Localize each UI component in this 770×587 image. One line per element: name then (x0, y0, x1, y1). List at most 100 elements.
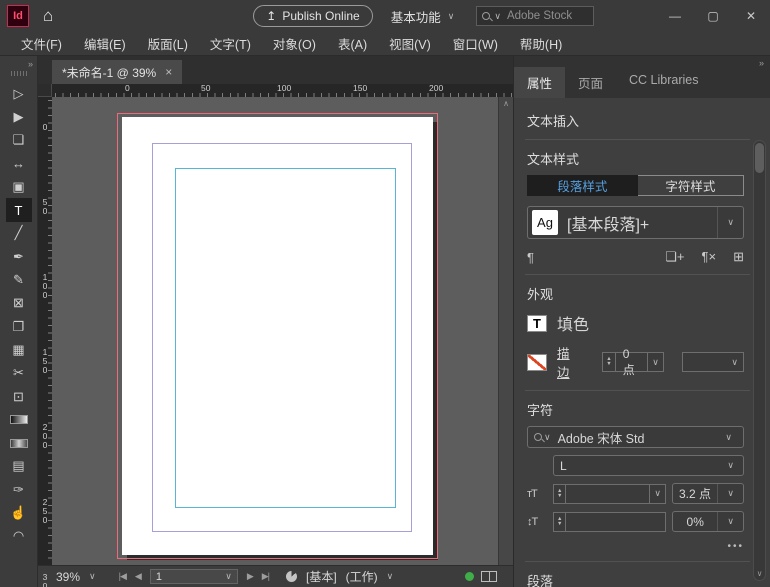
split-layout-icon[interactable] (481, 571, 497, 582)
rectangle-tool[interactable]: ❐ (6, 315, 32, 338)
workspace-switcher[interactable]: 基本功能 ∨ (391, 7, 455, 26)
zoom-chevron-icon[interactable]: ∨ (89, 571, 96, 582)
vertical-ruler[interactable]: 050100150200250300 (38, 97, 52, 565)
panel-tab-0[interactable]: 属性 (514, 67, 565, 98)
menu-item-1[interactable]: 编辑(E) (73, 34, 137, 53)
rectangle-frame-tool[interactable]: ⊠ (6, 292, 32, 315)
tools-collapse-icon[interactable]: » (28, 59, 33, 69)
grid-type-tool[interactable]: ▦ (6, 338, 32, 361)
preflight-profile[interactable]: [基本] (306, 568, 337, 585)
menu-item-6[interactable]: 视图(V) (378, 34, 442, 53)
gap-tool[interactable]: ↔ (6, 152, 32, 175)
content-collector-tool[interactable]: ▣ (6, 175, 32, 198)
panel-expand-icon[interactable]: » (759, 58, 764, 68)
previous-page-button[interactable]: ◀ (135, 571, 141, 582)
search-icon (482, 12, 490, 20)
menu-item-8[interactable]: 帮助(H) (509, 34, 573, 53)
menu-item-3[interactable]: 文字(T) (199, 34, 262, 53)
adobe-stock-input[interactable] (505, 9, 591, 23)
page-tool[interactable]: ❏ (6, 129, 32, 152)
stepper-arrows-icon[interactable]: ▲▼ (603, 353, 615, 371)
paragraph-styles-tab[interactable]: 段落样式 (527, 175, 638, 196)
paragraph-composer-icon[interactable]: ¶ (527, 250, 534, 265)
scissors-tool[interactable]: ✂ (6, 362, 32, 385)
gradient-feather-tool[interactable] (6, 431, 32, 454)
scroll-down-icon[interactable]: ∨ (754, 569, 765, 578)
stroke-type-select[interactable]: ∨ (682, 352, 744, 372)
note-tool[interactable]: ▤ (6, 455, 32, 478)
v-ruler-tick-250: 250 (40, 497, 50, 524)
style-sample-badge: Ag (532, 210, 558, 235)
kerning-field[interactable]: ▲▼ (553, 512, 666, 532)
close-button[interactable]: ✕ (732, 0, 770, 32)
preflight-icon (286, 571, 297, 582)
tracking-field[interactable]: 0% ∨ (672, 511, 744, 532)
close-icon[interactable]: × (165, 65, 172, 79)
menu-item-7[interactable]: 窗口(W) (442, 34, 509, 53)
stepper-arrows-icon[interactable]: ▲▼ (554, 485, 566, 503)
zoom-level[interactable]: 39% (56, 570, 80, 584)
first-page-button[interactable]: |◀ (119, 571, 126, 582)
panel-tab-1[interactable]: 页面 (565, 67, 616, 98)
redefine-style-icon[interactable]: ❏+ (665, 249, 684, 265)
preflight-menu[interactable] (286, 571, 297, 582)
more-options-icon[interactable]: ••• (527, 541, 744, 552)
type-tool[interactable]: T (6, 198, 32, 221)
horizontal-ruler[interactable]: 050100150200 (52, 84, 513, 97)
adobe-stock-search[interactable]: ∨ (476, 6, 594, 26)
line-tool[interactable]: ╱ (6, 222, 32, 245)
fill-label[interactable]: 填色 (557, 311, 589, 335)
page-number-field[interactable]: 1 ∨ (150, 569, 238, 584)
canvas-vertical-scrollbar[interactable]: ∧ (498, 97, 513, 565)
menu-item-2[interactable]: 版面(L) (137, 34, 199, 53)
ruler-origin-corner[interactable] (38, 84, 52, 97)
stepper-arrows-icon[interactable]: ▲▼ (554, 513, 566, 531)
menu-item-4[interactable]: 对象(O) (262, 34, 327, 53)
publish-online-button[interactable]: ↥ Publish Online (253, 5, 372, 27)
text-frame[interactable] (175, 168, 396, 508)
zoom-tool[interactable]: ◠ (6, 525, 32, 548)
pencil-tool[interactable]: ✎ (6, 268, 32, 291)
font-style-select[interactable]: L ∨ (553, 455, 744, 476)
new-style-icon[interactable]: ⊞ (733, 249, 744, 265)
hand-tool[interactable]: ☝ (6, 501, 32, 524)
selection-tool[interactable]: ▷ (6, 82, 32, 105)
tools-panel: » ▷▶❏↔▣T╱✒✎⊠❐▦✂⊡ ▤✑☝◠ (0, 56, 38, 587)
font-size-field[interactable]: ▲▼ ∨ (553, 484, 666, 504)
last-page-button[interactable]: ▶| (262, 571, 269, 582)
paragraph-style-select[interactable]: Ag [基本段落]+ ∨ (527, 206, 744, 239)
stroke-label[interactable]: 描边 (557, 343, 580, 381)
pen-tool[interactable]: ✒ (6, 245, 32, 268)
stroke-weight-stepper[interactable]: ▲▼ 0 点 ∨ (602, 352, 664, 372)
panel-scrollbar-thumb[interactable] (755, 143, 764, 173)
next-page-button[interactable]: ▶ (247, 571, 253, 582)
clear-overrides-icon[interactable]: ¶× (702, 249, 717, 265)
character-styles-tab[interactable]: 字符样式 (638, 175, 744, 196)
preflight-chevron-icon[interactable]: ∨ (387, 571, 394, 582)
menu-item-5[interactable]: 表(A) (327, 34, 378, 53)
minimize-button[interactable]: — (656, 0, 694, 32)
divider (525, 274, 750, 275)
pasteboard-canvas[interactable] (52, 97, 498, 565)
document-tab[interactable]: *未命名-1 @ 39% × (52, 60, 182, 84)
free-transform-tool[interactable]: ⊡ (6, 385, 32, 408)
menu-item-0[interactable]: 文件(F) (10, 34, 73, 53)
panel-tab-2[interactable]: CC Libraries (616, 67, 711, 98)
tools-grip-handle[interactable] (11, 71, 27, 76)
document-page[interactable] (122, 117, 433, 555)
maximize-button[interactable]: ▢ (694, 0, 732, 32)
home-icon[interactable]: ⌂ (43, 6, 53, 26)
direct-selection-tool[interactable]: ▶ (6, 105, 32, 128)
eyedropper-tool[interactable]: ✑ (6, 478, 32, 501)
page-number-value: 1 (156, 571, 162, 583)
leading-field[interactable]: 3.2 点 ∨ (672, 483, 744, 504)
font-family-select[interactable]: ∨ Adobe 宋体 Std ∨ (527, 426, 744, 448)
fill-row: T 填色 (527, 311, 744, 335)
leading-value: 3.2 点 (673, 485, 717, 502)
font-search-icon (534, 433, 542, 441)
gradient-swatch-tool[interactable] (6, 408, 32, 431)
scroll-up-icon[interactable]: ∧ (503, 99, 509, 565)
panel-scrollbar[interactable]: ∨ (753, 140, 766, 581)
stroke-none-swatch-icon[interactable] (527, 354, 547, 371)
fill-swatch-icon[interactable]: T (527, 315, 547, 332)
